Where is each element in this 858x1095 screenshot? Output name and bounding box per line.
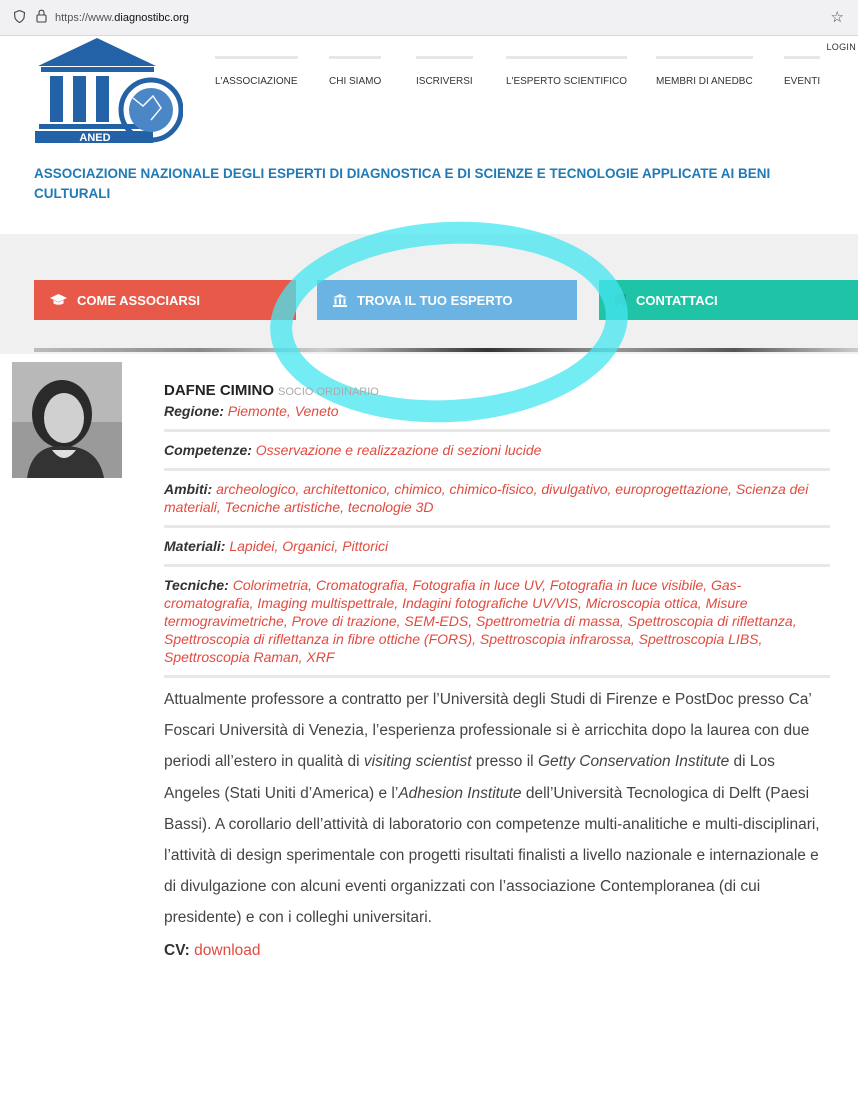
materiali-label: Materiali:	[164, 538, 226, 554]
come-associarsi-label: COME ASSOCIARSI	[77, 292, 201, 308]
divider	[164, 525, 830, 528]
regione-value[interactable]: Piemonte, Veneto	[228, 403, 339, 419]
bio-part-4: dell’Università Tecnologica di Delft (Pa…	[164, 784, 820, 927]
cv-download-link[interactable]: download	[194, 942, 260, 959]
regione-field: Regione: Piemonte, Veneto	[164, 402, 830, 420]
nav-esperto-scientifico[interactable]: L'ESPERTO SCIENTIFICO	[506, 56, 628, 87]
ambiti-field: Ambiti: archeologico, architettonico, ch…	[164, 480, 830, 516]
ambiti-label: Ambiti:	[164, 481, 213, 497]
divider	[164, 468, 830, 471]
ambiti-value[interactable]: archeologico, architettonico, chimico, c…	[164, 481, 808, 515]
shield-icon[interactable]	[14, 10, 25, 23]
url-prefix: https://www.	[55, 12, 115, 24]
browser-toolbar: https://www.diagnostibc.org ☆	[0, 0, 858, 36]
nav-chi-siamo[interactable]: CHI SIAMO	[329, 56, 382, 87]
nav-iscriversi[interactable]: ISCRIVERSI	[416, 56, 473, 87]
bank-icon	[333, 293, 347, 307]
expert-bio: Attualmente professore a contratto per l…	[164, 684, 830, 934]
lock-icon[interactable]	[36, 9, 47, 23]
tecniche-field: Tecniche: Colorimetria, Cromatografia, F…	[164, 576, 830, 666]
divider	[164, 675, 830, 678]
url-domain: diagnostibc.org	[114, 12, 189, 24]
divider	[164, 429, 830, 432]
expert-name-line: DAFNE CIMINO SOCIO ORDINARIO	[164, 382, 830, 399]
competenze-value[interactable]: Osservazione e realizzazione di sezioni …	[256, 442, 542, 458]
nav-eventi[interactable]: EVENTI	[784, 56, 821, 87]
competenze-field: Competenze: Osservazione e realizzazione…	[164, 441, 830, 459]
bio-part-2: presso il	[471, 753, 538, 771]
nav-membri[interactable]: MEMBRI DI ANEDBC	[656, 56, 753, 87]
anedbc-logo[interactable]: ANED	[33, 36, 183, 146]
profile-photo	[12, 362, 122, 478]
bio-visiting: visiting scientist	[363, 753, 472, 771]
member-type: SOCIO ORDINARIO	[278, 386, 379, 398]
tecniche-value[interactable]: Colorimetria, Cromatografia, Fotografia …	[164, 577, 797, 665]
expert-name: DAFNE CIMINO	[164, 382, 274, 399]
tecniche-label: Tecniche:	[164, 577, 229, 593]
trova-esperto-button[interactable]: TROVA IL TUO ESPERTO	[317, 280, 577, 320]
bio-adhesion: Adhesion Institute	[398, 784, 522, 802]
regione-label: Regione:	[164, 403, 224, 419]
materiali-field: Materiali: Lapidei, Organici, Pittorici	[164, 537, 830, 555]
association-title: ASSOCIAZIONE NAZIONALE DEGLI ESPERTI DI …	[34, 166, 771, 201]
trova-esperto-label: TROVA IL TUO ESPERTO	[357, 292, 513, 308]
star-icon[interactable]: ☆	[831, 8, 844, 26]
expert-profile: DAFNE CIMINO SOCIO ORDINARIO Regione: Pie…	[164, 382, 830, 960]
bio-getty: Getty Conservation Institute	[537, 753, 730, 771]
nav-associazione[interactable]: L'ASSOCIAZIONE	[215, 56, 298, 87]
login-link[interactable]: LOGIN	[826, 42, 856, 52]
graduation-cap-icon	[50, 294, 67, 305]
contattaci-label: CONTATTACI	[636, 292, 718, 308]
svg-text:ANED: ANED	[79, 132, 110, 144]
contattaci-button[interactable]: CONTATTACI	[599, 280, 858, 320]
address-bar[interactable]: https://www.diagnostibc.org	[55, 12, 189, 24]
competenze-label: Competenze:	[164, 442, 252, 458]
header-image-strip	[34, 348, 858, 352]
materiali-value[interactable]: Lapidei, Organici, Pittorici	[229, 538, 388, 554]
web-page: LOGIN ANED L'ASSOCIAZIONE CHI SIAMO ISCR…	[0, 36, 858, 1095]
divider	[164, 564, 830, 567]
cv-label: CV:	[164, 941, 190, 959]
cv-line: CV: download	[164, 942, 830, 960]
bookmark-icon	[615, 293, 626, 307]
come-associarsi-button[interactable]: COME ASSOCIARSI	[34, 280, 296, 320]
